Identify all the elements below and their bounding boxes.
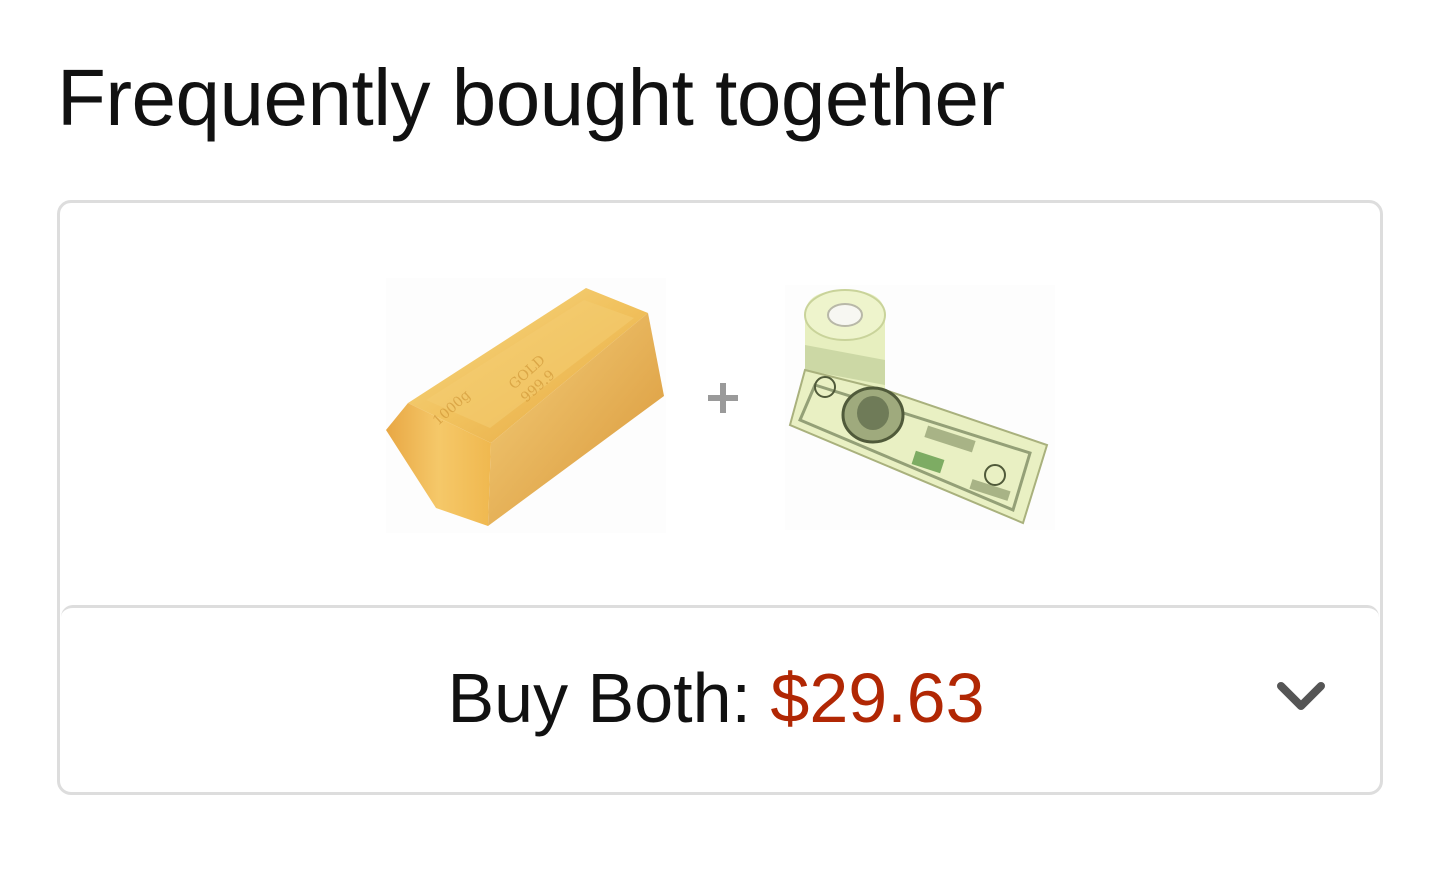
frequently-bought-together-page: Frequently bought together GOLD 999.9 10…	[0, 0, 1440, 869]
toilet-paper-roll-icon	[785, 285, 1055, 530]
bundle-card: GOLD 999.9 1000g Buy Both: $29.63	[57, 200, 1383, 795]
plus-icon	[706, 381, 740, 415]
buy-both-label: Buy Both:	[447, 659, 751, 737]
bundle-products: GOLD 999.9 1000g	[60, 203, 1380, 603]
chevron-down-icon[interactable]	[1271, 670, 1331, 720]
buy-both-dropdown[interactable]: Buy Both: $29.63	[61, 605, 1379, 792]
section-title: Frequently bought together	[57, 53, 1005, 142]
gold-bar-icon: GOLD 999.9 1000g	[386, 278, 666, 533]
money-toilet-paper-product-image[interactable]	[785, 285, 1055, 530]
buy-both-price: $29.63	[770, 659, 985, 737]
buy-both-summary: Buy Both: $29.63	[61, 656, 1379, 740]
gold-bar-product-image[interactable]: GOLD 999.9 1000g	[386, 278, 666, 533]
